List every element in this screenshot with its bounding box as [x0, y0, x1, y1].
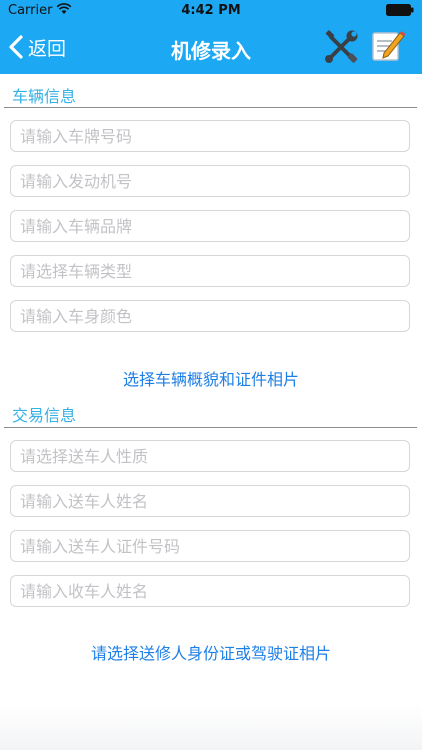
- status-bar: Carrier 4:42 PM: [0, 0, 422, 20]
- vehicle-section-title: 车辆信息: [12, 87, 77, 106]
- section-divider: [4, 427, 417, 428]
- section-divider: [4, 107, 417, 108]
- engine-number-input[interactable]: [10, 165, 410, 197]
- bottom-fade: [0, 704, 422, 750]
- top-bar: Carrier 4:42 PM 返回 机修录入: [0, 0, 422, 74]
- wrench-screwdriver-icon[interactable]: [322, 28, 360, 66]
- vehicle-type-select[interactable]: [10, 255, 410, 287]
- trade-section-title: 交易信息: [12, 406, 77, 425]
- sender-type-select[interactable]: [10, 440, 410, 472]
- receiver-name-input[interactable]: [10, 575, 410, 607]
- plate-number-input[interactable]: [10, 120, 410, 152]
- body-color-input[interactable]: [10, 300, 410, 332]
- edit-note-icon[interactable]: [370, 28, 406, 64]
- nav-bar: 返回 机修录入: [0, 20, 422, 74]
- battery-icon: [386, 4, 414, 16]
- sender-id-photo-button[interactable]: 请选择送修人身份证或驾驶证相片: [0, 640, 422, 664]
- vehicle-photo-button[interactable]: 选择车辆概貌和证件相片: [0, 366, 422, 390]
- sender-id-number-input[interactable]: [10, 530, 410, 562]
- status-time: 4:42 PM: [181, 3, 241, 18]
- vehicle-brand-input[interactable]: [10, 210, 410, 242]
- sender-name-input[interactable]: [10, 485, 410, 517]
